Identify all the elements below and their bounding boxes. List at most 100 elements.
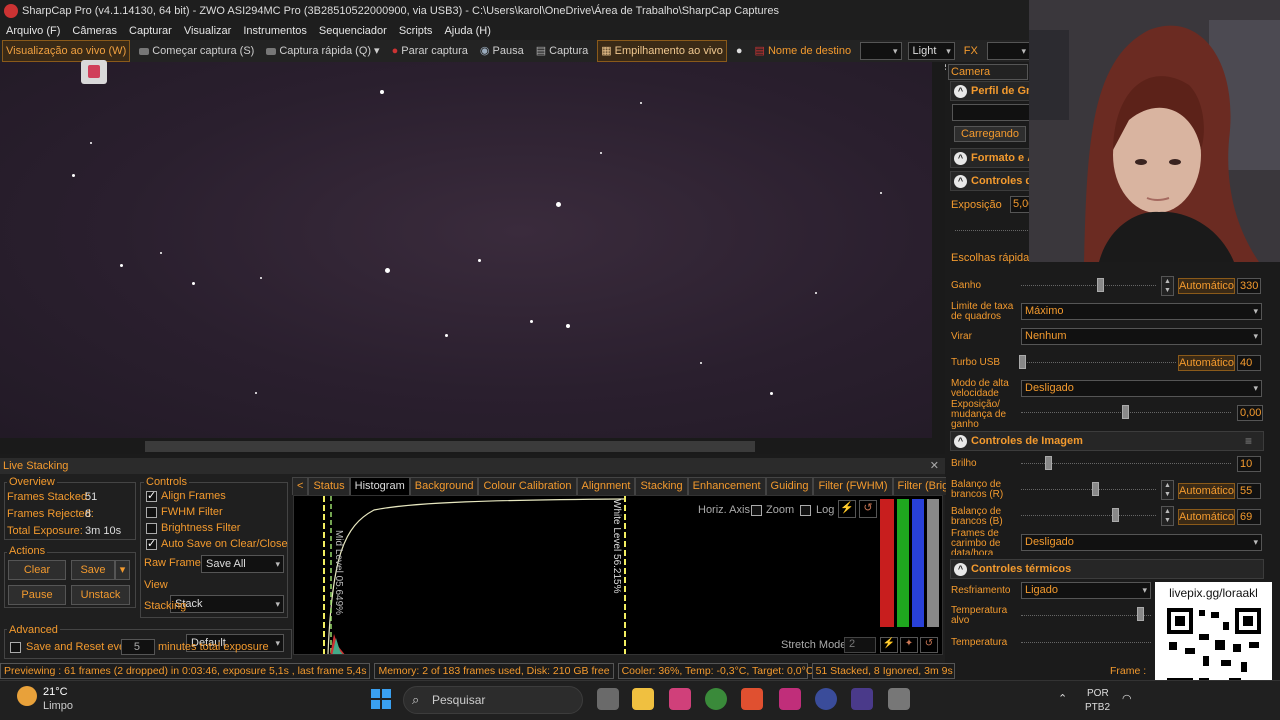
live-stack-button[interactable]: ▦ Empilhamento ao vivo — [597, 40, 727, 62]
stellarium-icon[interactable] — [851, 688, 873, 710]
camera-controls-tab[interactable]: Camera Controls — [948, 64, 1028, 92]
fx-select[interactable] — [986, 42, 1030, 60]
raw-frames-select[interactable]: Save All — [201, 555, 284, 573]
wb-blue-slider[interactable] — [1021, 513, 1156, 516]
menu-icon[interactable]: ≡ — [1245, 434, 1252, 448]
task-view-icon[interactable] — [597, 688, 619, 710]
fwhm-filter-checkbox[interactable] — [146, 507, 157, 518]
input-language[interactable]: POR — [1087, 688, 1109, 699]
auto-stretch-icon[interactable]: ⚡ — [838, 500, 856, 518]
section-image-controls[interactable]: Controles de Imagem — [950, 431, 1264, 451]
section-thermal-controls[interactable]: Controles térmicos — [950, 559, 1264, 579]
save-dropdown-chevron-icon[interactable]: ▾ — [115, 560, 130, 580]
menu-visualizar[interactable]: Visualizar — [178, 22, 238, 40]
chevron-down-icon[interactable]: ▾ — [374, 41, 380, 61]
exposure-gain-slider-thumb[interactable] — [1122, 405, 1129, 419]
sharpcap-taskbar-icon[interactable] — [888, 688, 910, 710]
weather-icon[interactable] — [17, 686, 37, 706]
framerate-select[interactable]: Máximo — [1021, 303, 1262, 320]
tab-histogram[interactable]: Histogram — [349, 477, 410, 495]
menu-sequenciador[interactable]: Sequenciador — [313, 22, 393, 40]
target-temp-slider[interactable] — [1021, 613, 1151, 616]
wifi-icon[interactable]: ◠ — [1122, 692, 1132, 705]
brightness-slider[interactable] — [1021, 461, 1231, 464]
gain-auto-button[interactable]: Automático — [1178, 278, 1235, 294]
windows-start-icon[interactable] — [371, 689, 391, 709]
tab-status[interactable]: Status — [308, 477, 350, 495]
input-layout[interactable]: PTB2 — [1085, 702, 1110, 713]
log-checkbox[interactable] — [800, 505, 811, 516]
file-explorer-icon[interactable] — [632, 688, 654, 710]
usb-turbo-slider[interactable] — [1021, 360, 1176, 363]
start-capture-button[interactable]: Começar captura (S) — [136, 41, 257, 61]
quick-capture-button[interactable]: Captura rápida (Q) ▾ — [263, 41, 382, 61]
red-channel-slider[interactable] — [880, 499, 894, 627]
usb-turbo-value[interactable]: 40 — [1237, 355, 1261, 371]
taskbar-search-box[interactable] — [403, 686, 583, 714]
brave-icon[interactable] — [741, 688, 763, 710]
live-view-button[interactable]: Visualização ao vivo (W) — [2, 40, 131, 62]
high-speed-select[interactable]: Desligado — [1021, 380, 1262, 397]
gain-stepper[interactable]: ▲ ▼ — [1161, 276, 1174, 296]
loading-button[interactable]: Carregando — [954, 126, 1026, 142]
wb-red-value[interactable]: 55 — [1237, 483, 1261, 499]
record-icon[interactable]: ● — [733, 41, 746, 61]
wb-blue-slider-thumb[interactable] — [1112, 508, 1119, 522]
menu-arquivo[interactable]: Arquivo (F) — [0, 22, 66, 40]
tab-scroll-left-icon[interactable]: < — [292, 477, 309, 495]
gain-slider[interactable] — [1021, 283, 1156, 286]
wb-red-stepper[interactable]: ▲ ▼ — [1161, 480, 1174, 500]
scrollbar-thumb[interactable] — [145, 441, 755, 452]
save-reset-stepper[interactable]: 5 — [121, 639, 155, 655]
menu-capturar[interactable]: Capturar — [123, 22, 178, 40]
exposure-slider[interactable] — [955, 228, 1028, 231]
align-frames-checkbox[interactable] — [146, 489, 157, 502]
tab-colour-calibration[interactable]: Colour Calibration — [478, 477, 577, 495]
menu-instrumentos[interactable]: Instrumentos — [237, 22, 313, 40]
stretch-mode-select[interactable]: 2 — [844, 637, 876, 653]
viewer-vertical-scrollbar[interactable] — [932, 62, 945, 438]
menu-scripts[interactable]: Scripts — [393, 22, 439, 40]
capture-button[interactable]: ▤ Captura — [533, 41, 592, 61]
tab-stacking[interactable]: Stacking — [635, 477, 688, 495]
stop-capture-button[interactable]: ● Parar captura — [389, 41, 471, 61]
flip-select[interactable]: Nenhum — [1021, 328, 1262, 345]
channel-star-icon[interactable]: ✦ — [900, 637, 918, 653]
cooling-select[interactable]: Ligado — [1021, 582, 1151, 599]
brightness-slider-thumb[interactable] — [1045, 456, 1052, 470]
app-blue-icon[interactable] — [815, 688, 837, 710]
capture-profile-select[interactable] — [952, 104, 1032, 121]
brightness-filter-checkbox[interactable] — [146, 523, 157, 534]
timestamp-select[interactable]: Desligado — [1021, 534, 1262, 551]
wb-blue-value[interactable]: 69 — [1237, 509, 1261, 525]
tab-background[interactable]: Background — [409, 477, 479, 495]
tab-filter-fwhm[interactable]: Filter (FWHM) — [813, 477, 893, 495]
pause-stack-button[interactable]: Pause — [8, 585, 66, 605]
view-select[interactable]: Stack — [170, 595, 284, 613]
target-temp-slider-thumb[interactable] — [1137, 607, 1144, 621]
wb-red-slider-thumb[interactable] — [1092, 482, 1099, 496]
usb-turbo-auto-button[interactable]: Automático — [1178, 355, 1235, 371]
close-icon[interactable]: ✕ — [930, 458, 939, 474]
chrome-icon[interactable] — [705, 688, 727, 710]
app-magenta-icon[interactable] — [779, 688, 801, 710]
pause-button[interactable]: ◉ Pausa — [477, 41, 527, 61]
wb-red-auto-button[interactable]: Automático — [1178, 483, 1235, 499]
wb-blue-stepper[interactable]: ▲ ▼ — [1161, 506, 1174, 526]
usb-turbo-slider-thumb[interactable] — [1019, 355, 1026, 369]
frame-type-select[interactable]: Light Frames — [907, 42, 955, 73]
channel-reset-icon[interactable]: ↺ — [920, 637, 938, 653]
exposure-gain-value[interactable]: 0,00 — [1237, 405, 1263, 421]
menu-ajuda[interactable]: Ajuda (H) — [438, 22, 496, 40]
wb-red-slider[interactable] — [1021, 487, 1156, 490]
gain-value[interactable]: 330 — [1237, 278, 1261, 294]
brightness-value[interactable]: 10 — [1237, 456, 1261, 472]
app-pink-icon[interactable] — [669, 688, 691, 710]
zoom-checkbox[interactable] — [751, 505, 762, 516]
chevron-up-icon[interactable]: ⌃ — [1058, 692, 1067, 705]
gain-slider-thumb[interactable] — [1097, 278, 1104, 292]
reset-icon[interactable]: ↺ — [859, 500, 877, 518]
tab-enhancement[interactable]: Enhancement — [687, 477, 766, 495]
target-name-select[interactable] — [860, 42, 902, 60]
camera-preview-image[interactable] — [0, 62, 945, 438]
